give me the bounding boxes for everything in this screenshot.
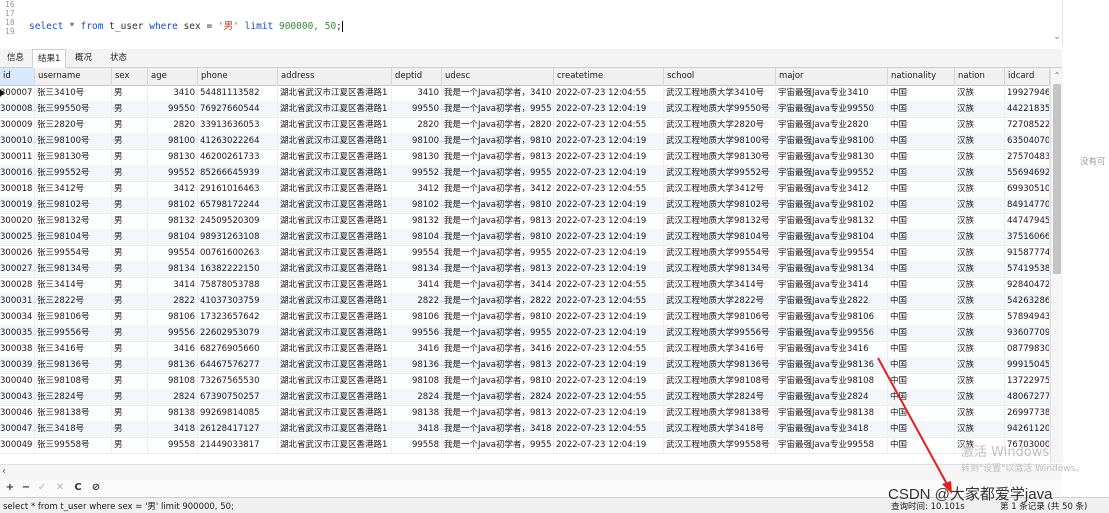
red-arrow-annotation (877, 357, 952, 494)
